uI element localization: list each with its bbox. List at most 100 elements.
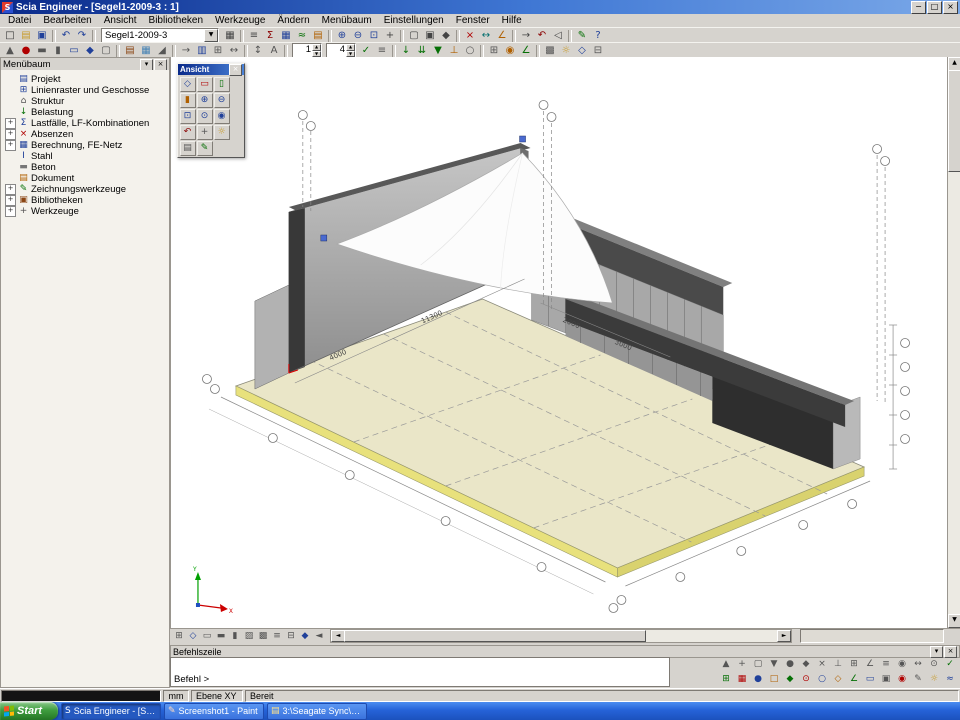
front-view-icon[interactable]: ▭ — [200, 629, 214, 643]
shaded-toggle-icon[interactable]: ▩ — [256, 629, 270, 643]
array-icon[interactable]: ⊞ — [210, 44, 226, 58]
tree-item-lastfälle-lf-kombinationen[interactable]: +ΣLastfälle, LF-Kombinationen — [5, 118, 169, 129]
select-box-icon[interactable]: ▢ — [750, 657, 766, 671]
menu-einstellungen[interactable]: Einstellungen — [378, 15, 450, 26]
vertical-scrollbar-thumb[interactable] — [948, 70, 960, 172]
scroll-up-icon[interactable]: ▲ — [948, 57, 960, 71]
text-icon[interactable]: A — [266, 44, 282, 58]
zoom-selection-icon[interactable]: ◉ — [214, 109, 230, 124]
mirror-icon[interactable]: ◁ — [550, 29, 566, 43]
wireframe-toggle-icon[interactable]: ▨ — [242, 629, 256, 643]
activity-icon[interactable]: ✓ — [358, 44, 374, 58]
move-icon[interactable]: → — [518, 29, 534, 43]
spinner-1[interactable]: 1 ▲▼ — [292, 43, 322, 58]
view-axo-icon[interactable]: ◇ — [180, 77, 196, 92]
node-icon[interactable]: ● — [18, 44, 34, 58]
menu-ansicht[interactable]: Ansicht — [98, 15, 143, 26]
viewport-canvas[interactable]: 4000 11300 2000 3000 Y — [171, 57, 948, 628]
wireframe-icon[interactable]: ▤ — [180, 141, 196, 156]
minimize-icon[interactable]: − — [911, 1, 926, 14]
rotate-view-icon[interactable]: ↶ — [180, 125, 196, 140]
beam-icon[interactable]: ▬ — [34, 44, 50, 58]
menu-bearbeiten[interactable]: Bearbeiten — [37, 15, 97, 26]
expand-icon[interactable]: + — [5, 129, 16, 140]
print-icon[interactable]: ▦ — [222, 29, 238, 43]
zoom-out-icon[interactable]: ⊖ — [214, 93, 230, 108]
zoom-out-icon[interactable]: ⊖ — [350, 29, 366, 43]
document-icon[interactable]: ▤ — [310, 29, 326, 43]
scroll-down-icon[interactable]: ▼ — [948, 614, 960, 628]
tangent-snap-icon[interactable]: ○ — [814, 672, 830, 686]
slab-icon[interactable]: ▦ — [138, 44, 154, 58]
render-toggle-icon[interactable]: ◆ — [298, 629, 312, 643]
view-xy-icon[interactable]: ▭ — [197, 77, 213, 92]
quad-snap-icon[interactable]: ◇ — [830, 672, 846, 686]
pan-icon[interactable]: + — [382, 29, 398, 43]
horizontal-scrollbar[interactable]: ◄ ► — [330, 629, 792, 643]
calculation-icon[interactable]: Σ — [262, 29, 278, 43]
move-element-icon[interactable]: → — [178, 44, 194, 58]
zoom-all-icon[interactable]: ⊙ — [197, 109, 213, 124]
close-icon[interactable]: × — [943, 1, 958, 14]
grid-icon[interactable]: ⊞ — [486, 44, 502, 58]
pan-view-icon[interactable]: + — [197, 125, 213, 140]
properties-icon[interactable]: ✎ — [574, 29, 590, 43]
plate-icon[interactable]: ▭ — [66, 44, 82, 58]
view-point-icon[interactable]: ◇ — [574, 44, 590, 58]
grid-toggle-icon[interactable]: ⊟ — [284, 629, 298, 643]
new-icon[interactable]: □ — [2, 29, 18, 43]
fe-mesh-icon[interactable]: ▦ — [278, 29, 294, 43]
prev-view-icon[interactable]: ◄ — [312, 629, 326, 643]
point-load-icon[interactable]: ↓ — [398, 44, 414, 58]
line-grid-icon[interactable]: ▦ — [734, 672, 750, 686]
expand-icon[interactable]: + — [5, 118, 16, 129]
tree-item-stahl[interactable]: IStahl — [5, 151, 169, 162]
edit-snap-icon[interactable]: ✎ — [910, 672, 926, 686]
tree-item-dokument[interactable]: ▤Dokument — [5, 173, 169, 184]
menu-fenster[interactable]: Fenster — [450, 15, 496, 26]
command-output[interactable]: Befehl > — [170, 657, 670, 687]
curve-snap-icon[interactable]: ≈ — [942, 672, 958, 686]
support-icon[interactable]: ⊥ — [446, 44, 462, 58]
selection-all-icon[interactable]: ▣ — [422, 29, 438, 43]
column-icon[interactable]: ▮ — [50, 44, 66, 58]
expand-icon[interactable]: + — [5, 184, 16, 195]
coord-info-icon[interactable]: ⊞ — [172, 629, 186, 643]
scale-icon[interactable]: ↔ — [226, 44, 242, 58]
surface-load-icon[interactable]: ▼ — [430, 44, 446, 58]
axo-view-icon[interactable]: ◇ — [186, 629, 200, 643]
mid-snap-icon[interactable]: ◆ — [782, 672, 798, 686]
light-icon[interactable]: ☼ — [558, 44, 574, 58]
undo-icon[interactable]: ↶ — [58, 29, 74, 43]
menu--ndern[interactable]: Ändern — [271, 15, 315, 26]
vertical-scrollbar[interactable]: ▲ ▼ — [947, 57, 960, 628]
status-plane[interactable]: Ebene XY — [191, 690, 243, 702]
zoom-in-icon[interactable]: ⊕ — [334, 29, 350, 43]
redo-icon[interactable]: ↷ — [74, 29, 90, 43]
ucs-icon[interactable]: ∠ — [518, 44, 534, 58]
taskbar-task[interactable]: ▤3:\Seagate Sync\SyncRe... — [267, 703, 367, 720]
snap-angle-icon[interactable]: ∠ — [862, 657, 878, 671]
save-icon[interactable]: ▣ — [34, 29, 50, 43]
spinner-1-arrows[interactable]: ▲▼ — [312, 44, 321, 57]
snap-perp-icon[interactable]: ⊥ — [830, 657, 846, 671]
tree-item-zeichnungswerkzeuge[interactable]: +✎Zeichnungswerkzeuge — [5, 184, 169, 195]
status-units[interactable]: mm — [163, 690, 189, 702]
ansicht-close-icon[interactable]: × — [229, 64, 242, 76]
circle-snap-icon[interactable]: ⊙ — [926, 657, 942, 671]
confirm-icon[interactable]: ✓ — [942, 657, 958, 671]
tree-item-bibliotheken[interactable]: +▣Bibliotheken — [5, 195, 169, 206]
help-icon[interactable]: ? — [590, 29, 606, 43]
taskbar-task[interactable]: SScia Engineer - [Segel... — [61, 703, 161, 720]
end-snap-icon[interactable]: □ — [766, 672, 782, 686]
tree-item-absenzen[interactable]: +×Absenzen — [5, 129, 169, 140]
wall-icon[interactable]: ▤ — [122, 44, 138, 58]
dimension-icon[interactable]: ↕ — [250, 44, 266, 58]
results-icon[interactable]: ≈ — [294, 29, 310, 43]
layers-icon[interactable]: ≡ — [246, 29, 262, 43]
tree-item-linienraster-und-geschosse[interactable]: ⊞Linienraster und Geschosse — [5, 85, 169, 96]
clip-icon[interactable]: ⊟ — [590, 44, 606, 58]
zoom-in-icon[interactable]: ⊕ — [197, 93, 213, 108]
expand-icon[interactable]: + — [5, 195, 16, 206]
line-load-icon[interactable]: ⇊ — [414, 44, 430, 58]
